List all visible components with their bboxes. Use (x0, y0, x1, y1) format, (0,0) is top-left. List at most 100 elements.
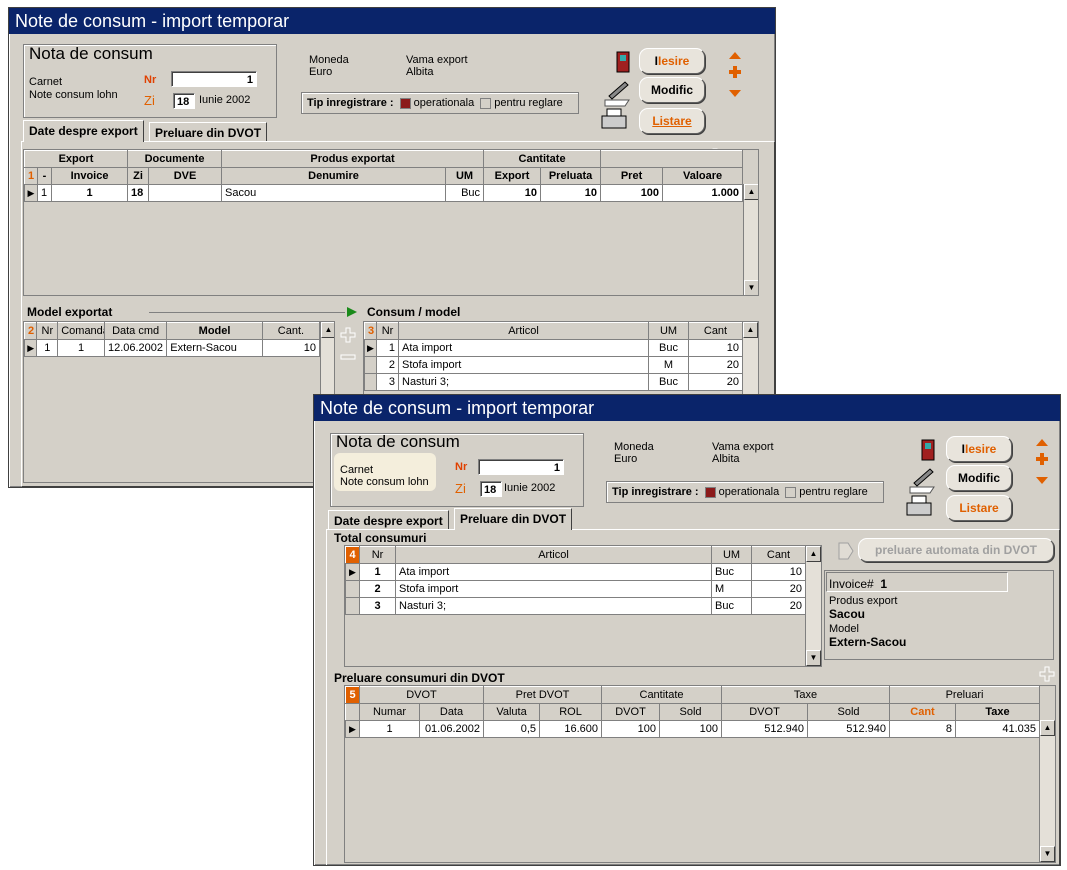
cell-invoice[interactable]: 1 (50, 184, 129, 202)
cell-nr[interactable]: 1 (376, 339, 399, 357)
radio-operationala[interactable] (399, 97, 411, 109)
col-cant-sold[interactable]: Sold (659, 703, 723, 721)
cell-valoare[interactable]: 1.000 (662, 184, 744, 202)
table-row[interactable]: ▶ 1 Ata import Buc 10 (364, 339, 743, 357)
table-row[interactable]: ▶ 1 1 18 Sacou Buc 10 10 100 1.000 (24, 184, 744, 202)
col-valuta[interactable]: Valuta (483, 703, 540, 721)
tab-date-export[interactable]: Date despre export (23, 120, 144, 142)
table-row[interactable]: ▶ 1 01.06.2002 0,5 16.600 100 100 512.94… (345, 720, 1041, 738)
radio-reglare[interactable] (785, 486, 797, 498)
cell-numar[interactable]: 1 (359, 720, 420, 738)
col-invoice[interactable]: Invoice (50, 167, 129, 185)
iesire-button[interactable]: IIesire (639, 48, 705, 74)
preluare-automata-button[interactable]: preluare automata din DVOT (858, 538, 1054, 562)
cell-articol[interactable]: Ata import (395, 563, 712, 581)
zi-day-field[interactable]: 18 (173, 93, 195, 109)
col-um[interactable]: UM (711, 546, 752, 564)
col-rol[interactable]: ROL (538, 703, 603, 721)
col-um[interactable]: UM (648, 322, 689, 340)
cell-cant[interactable]: 20 (688, 356, 743, 374)
nav-arrows-icon[interactable] (727, 50, 743, 100)
vertical-scrollbar[interactable]: ▲ ▼ (1039, 720, 1055, 862)
col-denumire[interactable]: Denumire (221, 167, 447, 185)
tab-date-export[interactable]: Date despre export (328, 510, 449, 530)
cell-cant[interactable]: 10 (688, 339, 743, 357)
nav-arrows-icon[interactable] (1034, 437, 1050, 487)
col-preluari-taxe[interactable]: Taxe (955, 703, 1041, 721)
zi-day-field[interactable]: 18 (480, 481, 502, 497)
cell-nr[interactable]: 2 (359, 580, 396, 598)
add-model-icon[interactable] (339, 326, 357, 344)
scroll-up-icon[interactable]: ▲ (1040, 720, 1055, 736)
scroll-up-icon[interactable]: ▲ (744, 184, 758, 200)
tab-preluare-dvot[interactable]: Preluare din DVOT (454, 508, 573, 530)
table-row[interactable]: ▶ 1 Ata import Buc 10 (345, 563, 806, 581)
col-data[interactable]: Data (419, 703, 484, 721)
listare-button[interactable]: Listare (639, 108, 705, 134)
col-nr[interactable]: Nr (359, 546, 396, 564)
col-model[interactable]: Model (166, 322, 263, 340)
cell-preluari-taxe[interactable]: 41.035 (955, 720, 1041, 738)
cell-rol[interactable]: 16.600 (538, 720, 603, 738)
cell-nr[interactable]: 3 (376, 373, 399, 391)
cell-um[interactable]: M (711, 580, 752, 598)
table-row[interactable]: 3 Nasturi 3; Buc 20 (364, 373, 743, 391)
cell-cant[interactable]: 20 (751, 580, 806, 598)
cell-cant[interactable]: 10 (261, 339, 321, 357)
modific-button[interactable]: Modific (946, 465, 1012, 491)
scroll-up-icon[interactable]: ▲ (806, 546, 821, 562)
col-cant[interactable]: Cant (751, 546, 806, 564)
col-dash[interactable]: - (37, 167, 52, 185)
cell-zi[interactable]: 18 (127, 184, 150, 202)
cell-nr[interactable]: 2 (376, 356, 399, 374)
cell-cant-dvot[interactable]: 100 (601, 720, 661, 738)
scroll-up-icon[interactable]: ▲ (743, 322, 758, 338)
iesire-button[interactable]: IIesire (946, 436, 1012, 462)
table-row[interactable]: 2 Stofa import M 20 (364, 356, 743, 374)
cell-comanda[interactable]: 1 (57, 339, 105, 357)
col-articol[interactable]: Articol (398, 322, 649, 340)
col-export[interactable]: Export (483, 167, 542, 185)
cell-data[interactable]: 01.06.2002 (419, 720, 484, 738)
col-pret[interactable]: Pret (600, 167, 664, 185)
table-row[interactable]: 3 Nasturi 3; Buc 20 (345, 597, 806, 615)
vertical-scrollbar[interactable]: ▲ ▼ (805, 546, 821, 666)
col-cant-dvot[interactable]: DVOT (601, 703, 661, 721)
col-valoare[interactable]: Valoare (662, 167, 744, 185)
cell-um[interactable]: Buc (711, 597, 752, 615)
listare-button[interactable]: Listare (946, 495, 1012, 521)
cell-cant-sold[interactable]: 100 (659, 720, 723, 738)
vertical-scrollbar[interactable]: ▲ ▼ (743, 184, 758, 295)
cell-articol[interactable]: Nasturi 3; (398, 373, 649, 391)
cell-denumire[interactable]: Sacou (221, 184, 447, 202)
table-row[interactable]: 2 Stofa import M 20 (345, 580, 806, 598)
col-um[interactable]: UM (445, 167, 485, 185)
table-row[interactable]: ▶ 1 1 12.06.2002 Extern-Sacou 10 (24, 339, 321, 357)
add-row-icon[interactable] (1038, 665, 1056, 683)
tab-preluare-dvot[interactable]: Preluare din DVOT (149, 122, 268, 142)
col-cant[interactable]: Cant (688, 322, 743, 340)
cell-preluari-cant[interactable]: 8 (889, 720, 957, 738)
cell-pret[interactable]: 100 (600, 184, 664, 202)
cell-um[interactable]: Buc (648, 339, 689, 357)
scroll-down-icon[interactable]: ▼ (744, 280, 758, 295)
scroll-down-icon[interactable]: ▼ (1040, 846, 1055, 862)
cell-um[interactable]: Buc (445, 184, 485, 202)
modific-button[interactable]: Modific (639, 77, 705, 103)
cell-model[interactable]: Extern-Sacou (166, 339, 263, 357)
scroll-down-icon[interactable]: ▼ (806, 650, 821, 666)
cell-articol[interactable]: Stofa import (398, 356, 649, 374)
cell-nr[interactable]: 3 (359, 597, 396, 615)
cell-nr[interactable]: 1 (37, 184, 52, 202)
radio-operationala[interactable] (704, 486, 716, 498)
col-nr[interactable]: Nr (376, 322, 399, 340)
remove-model-icon[interactable] (339, 348, 357, 366)
cell-um[interactable]: Buc (711, 563, 752, 581)
cell-nr[interactable]: 1 (359, 563, 396, 581)
cell-cant[interactable]: 20 (688, 373, 743, 391)
col-numar[interactable]: Numar (359, 703, 420, 721)
col-taxe-sold[interactable]: Sold (807, 703, 891, 721)
cell-data-cmd[interactable]: 12.06.2002 (103, 339, 168, 357)
import-arrow-icon[interactable] (838, 542, 854, 560)
col-preluata[interactable]: Preluata (540, 167, 602, 185)
